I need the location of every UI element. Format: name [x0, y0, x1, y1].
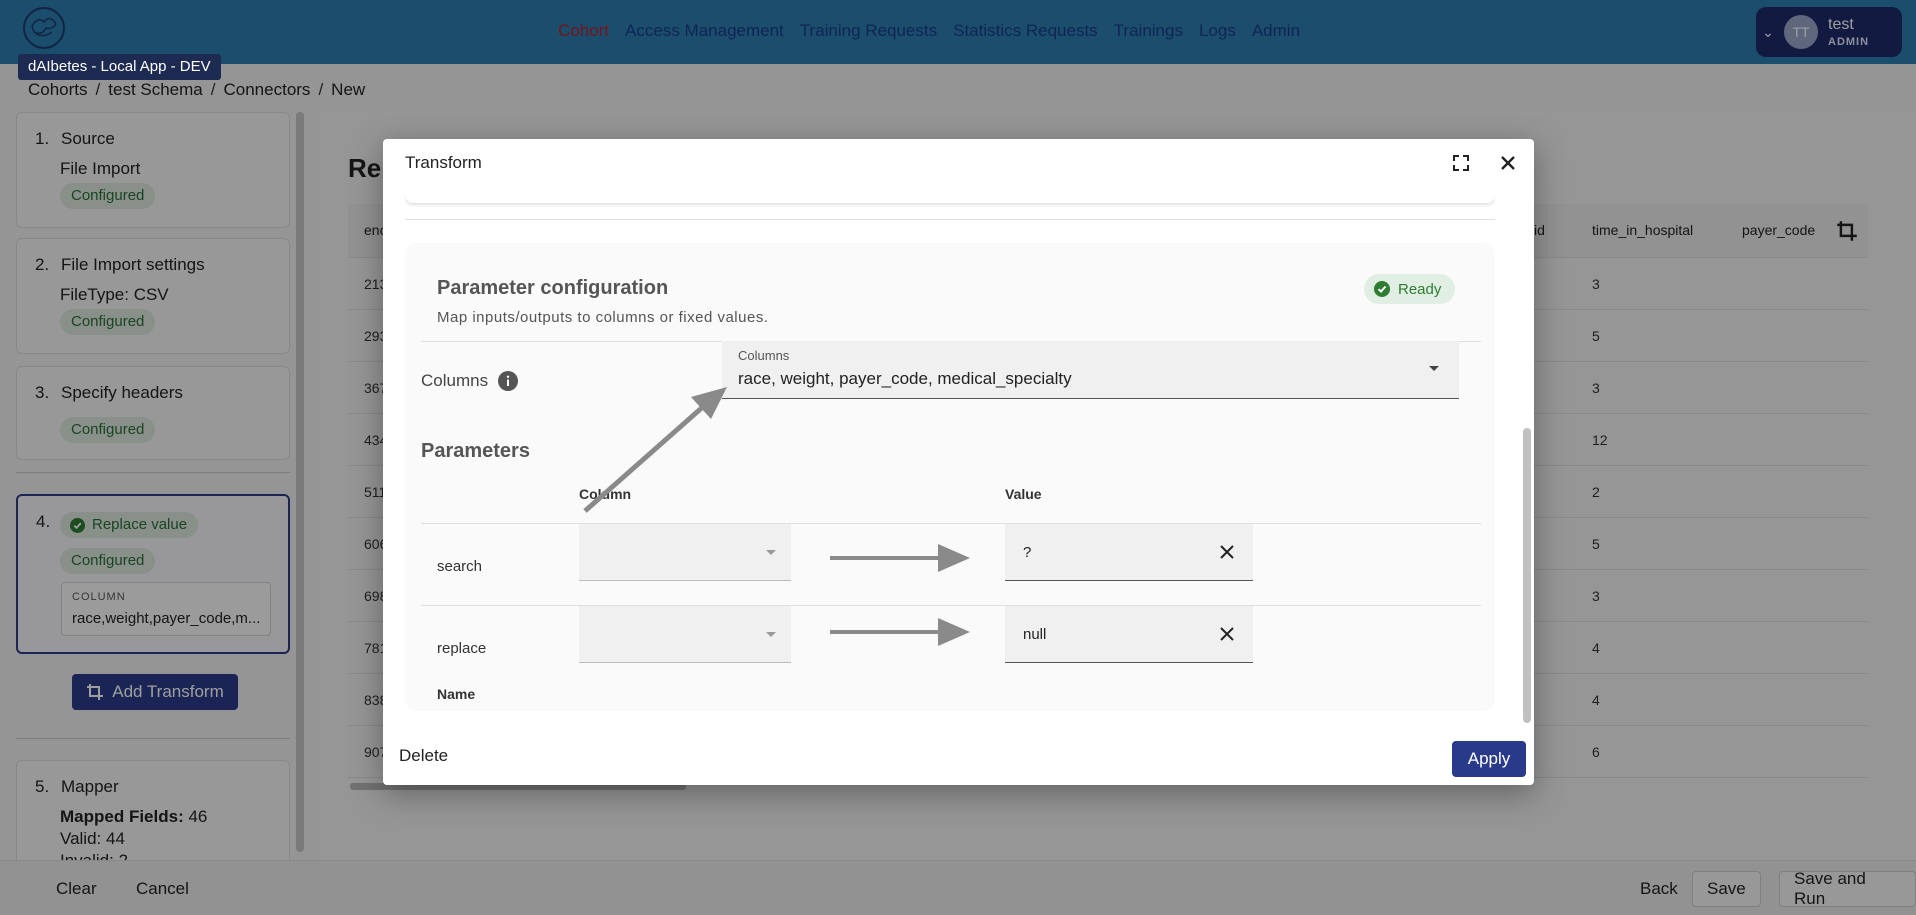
column-header: Value — [1005, 486, 1042, 502]
columns-label-text: Columns — [421, 371, 489, 390]
chevron-down-icon — [1429, 366, 1439, 371]
table-row: search ? — [421, 524, 1481, 606]
apply-button[interactable]: Apply — [1452, 741, 1526, 777]
close-icon[interactable] — [1494, 149, 1522, 177]
param-value-text: ? — [1023, 544, 1032, 561]
delete-button[interactable]: Delete — [393, 742, 454, 770]
columns-label: Columns — [421, 371, 519, 391]
param-column-select[interactable] — [579, 606, 791, 663]
table-row: replace null — [421, 606, 1481, 688]
section-subtitle: Map inputs/outputs to columns or fixed v… — [437, 309, 769, 326]
dialog-body: Parameter configuration Map inputs/outpu… — [405, 195, 1495, 735]
chevron-down-icon — [766, 632, 776, 637]
transform-dialog: Transform Parameter configuration Map in… — [383, 139, 1534, 785]
arrow-right-icon — [830, 618, 970, 646]
dialog-scrollbar[interactable] — [1523, 193, 1531, 733]
status-badge: Ready — [1364, 274, 1456, 304]
param-column-select[interactable] — [579, 524, 791, 581]
arrow-right-icon — [830, 544, 970, 572]
dialog-title: Transform — [405, 153, 482, 172]
columns-select-label: Columns — [738, 348, 790, 363]
previous-card-edge — [405, 195, 1495, 203]
column-header: Name — [437, 686, 476, 702]
param-name: replace — [437, 640, 487, 657]
parameters-title: Parameters — [421, 440, 530, 462]
divider — [405, 219, 1495, 220]
clear-icon[interactable] — [1215, 540, 1239, 564]
ready-label: Ready — [1398, 280, 1442, 298]
info-icon[interactable] — [498, 371, 519, 391]
chevron-down-icon — [766, 550, 776, 555]
check-circle-icon — [1374, 281, 1390, 297]
fullscreen-icon[interactable] — [1447, 149, 1475, 177]
param-value-input[interactable]: ? — [1005, 524, 1253, 581]
scrollbar-thumb[interactable] — [1523, 428, 1531, 723]
columns-select[interactable]: Columns race, weight, payer_code, medica… — [722, 341, 1459, 399]
env-badge: dAIbetes - Local App - DEV — [18, 54, 221, 80]
columns-select-value: race, weight, payer_code, medical_specia… — [738, 369, 1072, 388]
param-value-text: null — [1023, 626, 1047, 643]
section-title: Parameter configuration — [437, 277, 669, 299]
param-value-input[interactable]: null — [1005, 606, 1253, 663]
column-header: Column — [579, 486, 632, 502]
clear-icon[interactable] — [1215, 622, 1239, 646]
param-name: search — [437, 558, 483, 575]
parameter-configuration-card: Parameter configuration Map inputs/outpu… — [405, 243, 1495, 711]
